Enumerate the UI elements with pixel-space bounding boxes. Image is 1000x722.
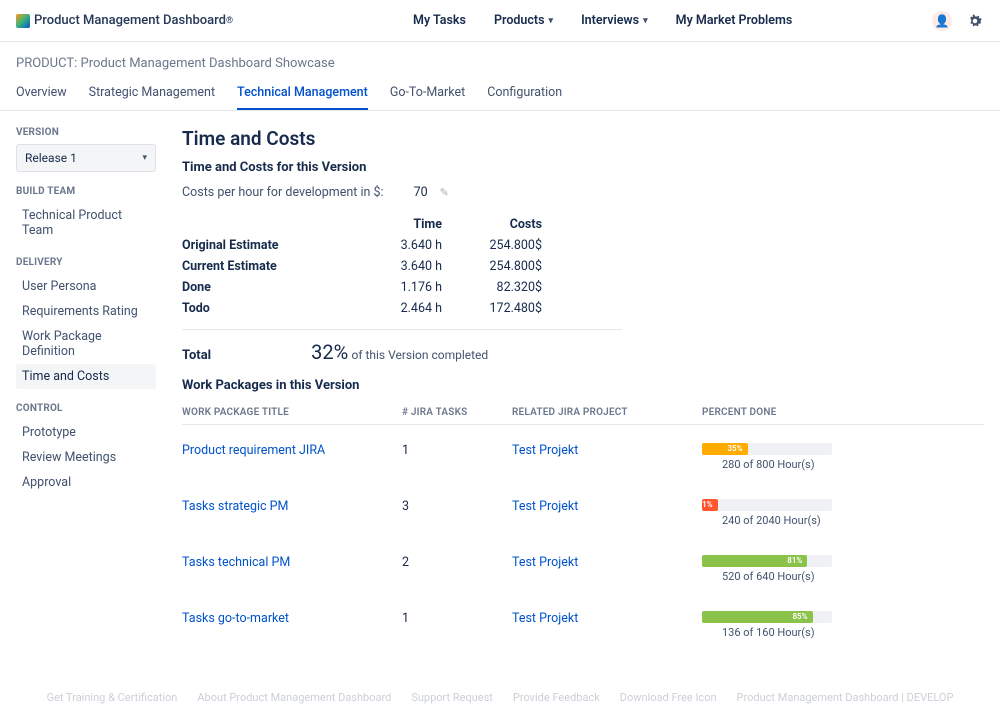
sidebar-item-requirements[interactable]: Requirements Rating bbox=[16, 299, 156, 324]
chevron-down-icon: ▾ bbox=[643, 16, 648, 26]
wp-title-link[interactable]: Tasks go-to-market bbox=[182, 611, 289, 626]
completion-pct: 32% bbox=[311, 340, 348, 364]
progress-bar: 81% bbox=[702, 555, 832, 567]
avatar[interactable]: 👤 bbox=[932, 11, 952, 31]
tab-technical[interactable]: Technical Management bbox=[237, 77, 368, 110]
total-label: Total bbox=[182, 348, 211, 363]
version-select[interactable]: Release 1 ▾ bbox=[16, 144, 156, 172]
brand-trademark: ® bbox=[226, 16, 233, 26]
wp-table: WORK PACKAGE TITLE # JIRA TASKS RELATED … bbox=[182, 401, 984, 649]
section-subtitle: Time and Costs for this Version bbox=[182, 160, 984, 175]
wp-project-link[interactable]: Test Projekt bbox=[512, 611, 578, 626]
costs-table: TimeCosts Original Estimate3.640 h254.80… bbox=[182, 214, 542, 319]
footer-link[interactable]: Get Training & Certification bbox=[47, 691, 178, 704]
brand-name: Product Management Dashboard bbox=[34, 13, 226, 28]
breadcrumb: PRODUCT: Product Management Dashboard Sh… bbox=[0, 42, 1000, 77]
edit-icon[interactable]: ✎ bbox=[440, 186, 449, 199]
progress-bar: 1% bbox=[702, 499, 832, 511]
wp-col-pct: PERCENT DONE bbox=[702, 401, 984, 425]
wp-title-link[interactable]: Tasks strategic PM bbox=[182, 499, 288, 514]
tab-overview[interactable]: Overview bbox=[16, 77, 67, 110]
brand-logo[interactable]: Product Management Dashboard ® bbox=[16, 13, 233, 28]
wp-col-title: WORK PACKAGE TITLE bbox=[182, 401, 402, 425]
wp-project-link[interactable]: Test Projekt bbox=[512, 499, 578, 514]
footer-link[interactable]: Download Free Icon bbox=[620, 691, 717, 704]
progress-bar: 85% bbox=[702, 611, 832, 623]
table-row: Product requirement JIRA 1Test Projekt 35%… bbox=[182, 425, 984, 482]
sidebar-item-approval[interactable]: Approval bbox=[16, 470, 156, 495]
sidebar-item-time-costs[interactable]: Time and Costs bbox=[16, 364, 156, 389]
sidebar-header-build: BUILD TEAM bbox=[16, 186, 156, 197]
sidebar-item-build-team[interactable]: Technical Product Team bbox=[16, 203, 156, 243]
wp-section-title: Work Packages in this Version bbox=[182, 378, 984, 393]
footer-link[interactable]: Product Management Dashboard | DEVELOP bbox=[737, 691, 954, 704]
sidebar-item-review[interactable]: Review Meetings bbox=[16, 445, 156, 470]
table-row: Tasks go-to-market 1Test Projekt 85% 136 of… bbox=[182, 593, 984, 649]
wp-col-proj: RELATED JIRA PROJECT bbox=[512, 401, 702, 425]
sidebar-item-prototype[interactable]: Prototype bbox=[16, 420, 156, 445]
nav-my-tasks[interactable]: My Tasks bbox=[413, 13, 466, 28]
nav-products[interactable]: Products▾ bbox=[494, 13, 553, 28]
wp-title-link[interactable]: Product requirement JIRA bbox=[182, 443, 325, 458]
progress-bar: 35% bbox=[702, 443, 832, 455]
progress-hours: 280 of 800 Hour(s) bbox=[722, 458, 984, 471]
nav-market-problems[interactable]: My Market Problems bbox=[676, 13, 793, 28]
sidebar-item-wpd[interactable]: Work Package Definition bbox=[16, 324, 156, 364]
sidebar-header-delivery: DELIVERY bbox=[16, 257, 156, 268]
progress-hours: 136 of 160 Hour(s) bbox=[722, 626, 984, 639]
page-title: Time and Costs bbox=[182, 127, 984, 150]
wp-tasks: 3 bbox=[402, 481, 512, 537]
wp-col-tasks: # JIRA TASKS bbox=[402, 401, 512, 425]
wp-tasks: 2 bbox=[402, 537, 512, 593]
wp-project-link[interactable]: Test Projekt bbox=[512, 443, 578, 458]
wp-tasks: 1 bbox=[402, 593, 512, 649]
chevron-down-icon: ▾ bbox=[549, 16, 554, 26]
nav-interviews[interactable]: Interviews▾ bbox=[581, 13, 648, 28]
sidebar-header-version: VERSION bbox=[16, 127, 156, 138]
wp-tasks: 1 bbox=[402, 425, 512, 482]
progress-hours: 240 of 2040 Hour(s) bbox=[722, 514, 984, 527]
completion-suffix: of this Version completed bbox=[351, 348, 488, 362]
cph-label: Costs per hour for development in $: bbox=[182, 185, 384, 200]
logo-icon bbox=[16, 14, 30, 28]
tab-strategic[interactable]: Strategic Management bbox=[89, 77, 215, 110]
gear-icon[interactable] bbox=[966, 12, 984, 30]
cph-value: 70 bbox=[414, 185, 428, 200]
table-row: Tasks strategic PM 3Test Projekt 1% 240 of … bbox=[182, 481, 984, 537]
chevron-down-icon: ▾ bbox=[142, 153, 147, 163]
footer-link[interactable]: Support Request bbox=[411, 691, 493, 704]
footer-link[interactable]: About Product Management Dashboard bbox=[197, 691, 391, 704]
progress-hours: 520 of 640 Hour(s) bbox=[722, 570, 984, 583]
table-row: Tasks technical PM2Test Projekt81%520 of… bbox=[182, 537, 984, 593]
col-costs: Costs bbox=[442, 214, 542, 235]
tab-gtm[interactable]: Go-To-Market bbox=[390, 77, 465, 110]
footer-link[interactable]: Provide Feedback bbox=[513, 691, 600, 704]
tab-config[interactable]: Configuration bbox=[487, 77, 562, 110]
sidebar-header-control: CONTROL bbox=[16, 403, 156, 414]
sidebar-item-persona[interactable]: User Persona bbox=[16, 274, 156, 299]
col-time: Time bbox=[342, 214, 442, 235]
